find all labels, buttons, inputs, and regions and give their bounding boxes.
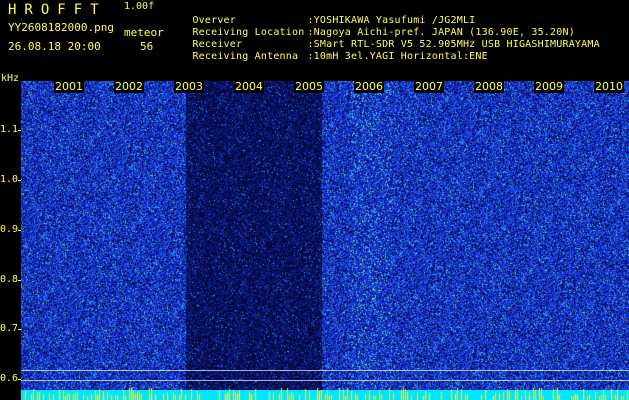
x-tick-label: 2009 — [534, 81, 564, 93]
spectrogram-plot: 2001 2002 2003 2004 2005 2006 2007 2008 … — [21, 81, 629, 400]
info-label: Receiving Antenna — [192, 51, 299, 62]
x-tick-label: 2007 — [414, 81, 444, 93]
datetime-label: 26.08.18 20:00 — [8, 40, 101, 53]
y-tick-label: 0.7 — [0, 323, 19, 334]
x-tick-label: 2010 — [594, 81, 624, 93]
meteor-count: 56 — [140, 40, 154, 53]
x-tick-label: 2001 — [54, 81, 84, 93]
y-axis-unit: kHz — [1, 73, 20, 84]
y-tick-label: 1.1 — [0, 124, 19, 135]
filename-label: YY2608182000.png — [8, 21, 114, 34]
y-tick-label: 0.9 — [0, 224, 19, 235]
info-value: :10mH 3el.YAGI Horizontal:ENE — [307, 51, 488, 62]
x-tick-label: 2008 — [474, 81, 504, 93]
x-tick-label: 2005 — [294, 81, 324, 93]
x-tick-label: 2003 — [174, 81, 204, 93]
x-tick-label: 2002 — [114, 81, 144, 93]
detector-label: meteor — [124, 26, 164, 39]
noise-spikes — [21, 387, 629, 400]
y-tick-label: 0.6 — [0, 373, 19, 384]
reference-line — [21, 380, 629, 381]
version-label: 1.00f — [124, 1, 155, 12]
waterfall-canvas — [21, 81, 629, 400]
app-title: HROFFT — [8, 2, 107, 18]
x-tick-label: 2006 — [354, 81, 384, 93]
reference-line — [21, 370, 629, 371]
y-tick-label: 0.8 — [0, 274, 19, 285]
info-row-antenna: Receiving Antenna :10mH 3el.YAGI Horizont… — [180, 42, 488, 62]
x-tick-label: 2004 — [234, 81, 264, 93]
y-tick-label: 1.0 — [0, 174, 19, 185]
